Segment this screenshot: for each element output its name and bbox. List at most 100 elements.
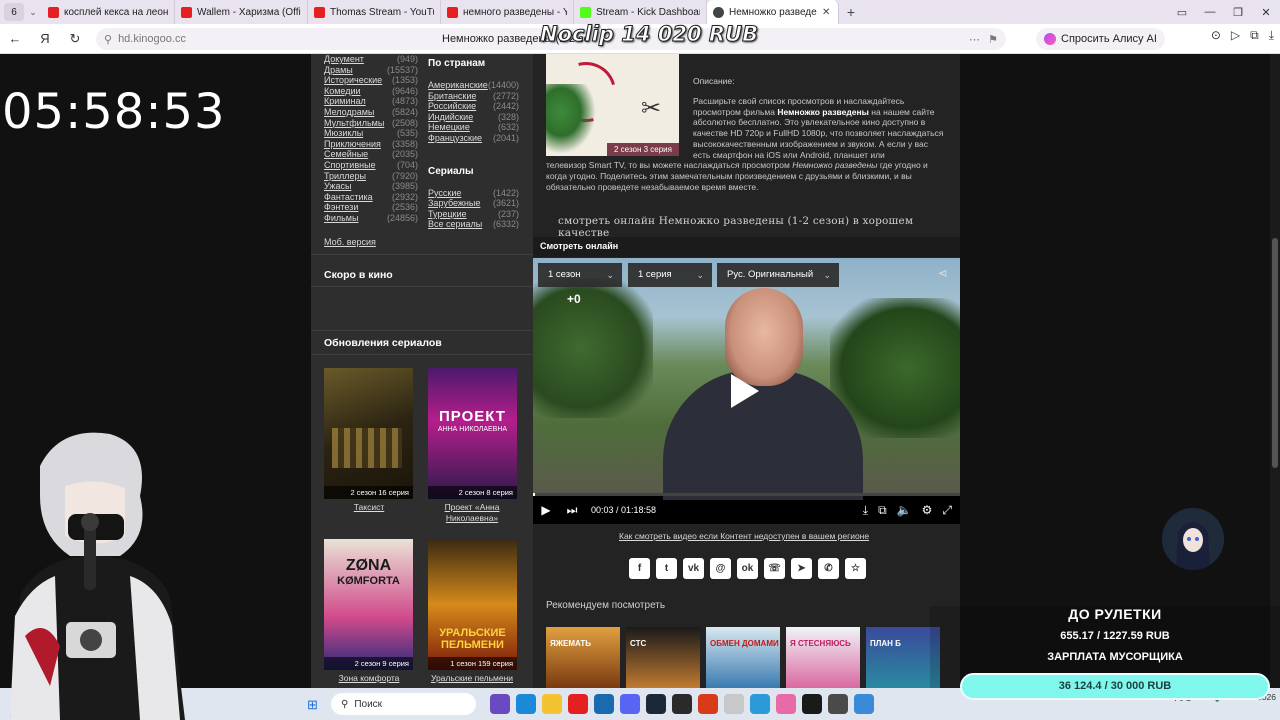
watch-online-tab[interactable]: Смотреть онлайн bbox=[533, 237, 960, 257]
new-tab-button[interactable]: + bbox=[839, 4, 863, 20]
genre-link[interactable]: Фэнтези (2536) bbox=[324, 202, 418, 213]
yandex-icon[interactable]: Я bbox=[30, 31, 60, 46]
country-link[interactable]: Французские (2041) bbox=[428, 133, 519, 144]
browser-tab[interactable]: Wallem - Харизма (Offici bbox=[175, 0, 308, 24]
region-help-link[interactable]: Как смотреть видео если Контент недоступ… bbox=[619, 531, 869, 541]
genre-link-label[interactable]: Семейные bbox=[324, 149, 368, 160]
download-icon[interactable]: ⤓ bbox=[863, 503, 868, 518]
tab-count-button[interactable]: 6 bbox=[4, 3, 24, 21]
genre-link[interactable]: Ужасы (3985) bbox=[324, 181, 418, 192]
browser-tab-active[interactable]: Немножко разведены ✕ bbox=[707, 0, 839, 24]
app-icon[interactable] bbox=[490, 694, 510, 714]
close-tab-icon[interactable]: ✕ bbox=[822, 7, 832, 18]
season-select[interactable]: 1 сезон ⌄ bbox=[538, 263, 622, 287]
recommend-item[interactable]: ЯЖЕМАТЬ bbox=[546, 627, 620, 688]
chevron-down-icon[interactable]: ⌄ bbox=[24, 7, 42, 18]
share-icon[interactable]: ⋖ bbox=[938, 266, 948, 280]
browser-tab[interactable]: косплей кекса на леона - bbox=[42, 0, 175, 24]
poster-pelmeni[interactable]: УРАЛЬСКИЕ ПЕЛЬМЕНИ 1 сезон 159 серия bbox=[428, 539, 517, 670]
series-link[interactable]: Турецкие (237) bbox=[428, 209, 519, 220]
series-link-label[interactable]: Все сериалы bbox=[428, 219, 482, 230]
facebook-icon[interactable]: f bbox=[629, 558, 650, 579]
settings-icon[interactable]: ⚙ bbox=[922, 503, 933, 518]
volume-icon[interactable]: 🔈 bbox=[897, 503, 912, 518]
tabs-menu-icon[interactable]: ▭ bbox=[1168, 6, 1196, 19]
country-link-label[interactable]: Французские bbox=[428, 133, 482, 144]
genre-link[interactable]: Драмы (15537) bbox=[324, 65, 418, 76]
genre-link[interactable]: Триллеры (7920) bbox=[324, 171, 418, 182]
windows-start-icon[interactable]: ⊞ bbox=[307, 697, 318, 713]
scrollbar[interactable] bbox=[1270, 54, 1280, 688]
genre-link[interactable]: Мелодрамы (5824) bbox=[324, 107, 418, 118]
twitter-icon[interactable]: t bbox=[656, 558, 677, 579]
country-link-label[interactable]: Немецкие bbox=[428, 122, 470, 133]
screenshot-icon[interactable]: ⊙ bbox=[1211, 28, 1221, 43]
site-info-icon[interactable]: ⚲ bbox=[104, 33, 112, 46]
genre-link-label[interactable]: Мелодрамы bbox=[324, 107, 374, 118]
obs-icon[interactable] bbox=[802, 694, 822, 714]
viber-icon[interactable]: ☏ bbox=[764, 558, 785, 579]
yandex-browser-icon[interactable] bbox=[568, 694, 588, 714]
pip-icon[interactable]: ⧉ bbox=[878, 503, 887, 518]
genre-link-label[interactable]: Комедии bbox=[324, 86, 361, 97]
app-icon[interactable] bbox=[854, 694, 874, 714]
odnoklassniki-icon[interactable]: ok bbox=[737, 558, 758, 579]
video-player[interactable]: +0 1 сезон ⌄ 1 серия ⌄ Рус. Оригинальный ⌄ … bbox=[533, 258, 960, 524]
recommend-item[interactable]: ОБМЕН ДОМАМИ bbox=[706, 627, 780, 688]
maximize-icon[interactable]: ❐ bbox=[1224, 6, 1252, 19]
alice-button[interactable]: Спросить Алису AI bbox=[1036, 28, 1165, 50]
genre-link[interactable]: Мультфильмы (2508) bbox=[324, 118, 418, 129]
vk-icon[interactable]: vk bbox=[683, 558, 704, 579]
poster-caption[interactable]: Таксист bbox=[319, 502, 419, 513]
telegram-icon[interactable]: ➤ bbox=[791, 558, 812, 579]
settings-app-icon[interactable] bbox=[828, 694, 848, 714]
poster-caption[interactable]: Проект «Анна Николаевна» bbox=[422, 502, 522, 524]
genre-link-label[interactable]: Мюзиклы bbox=[324, 128, 363, 139]
poster-caption[interactable]: Зона комфорта bbox=[319, 673, 419, 684]
genre-link-label[interactable]: Приключения bbox=[324, 139, 381, 150]
browser-tab[interactable]: Thomas Stream - YouTub bbox=[308, 0, 441, 24]
recommend-item[interactable]: Я СТЕСНЯЮСЬ bbox=[786, 627, 860, 688]
series-link-label[interactable]: Русские bbox=[428, 188, 461, 199]
country-link[interactable]: Российские (2442) bbox=[428, 101, 519, 112]
series-link-label[interactable]: Турецкие bbox=[428, 209, 467, 220]
minimize-icon[interactable]: — bbox=[1196, 6, 1224, 18]
edge-icon[interactable] bbox=[516, 694, 536, 714]
genre-link[interactable]: Документ (949) bbox=[324, 54, 418, 65]
discord-icon[interactable] bbox=[620, 694, 640, 714]
country-link[interactable]: Немецкие (632) bbox=[428, 122, 519, 133]
poster-taksist[interactable]: 2 сезон 16 серия bbox=[324, 368, 413, 499]
app-icon[interactable] bbox=[672, 694, 692, 714]
country-link-label[interactable]: Индийские bbox=[428, 112, 473, 123]
genre-link-label[interactable]: Исторические bbox=[324, 75, 382, 86]
browser-tab[interactable]: немного разведены - You bbox=[441, 0, 574, 24]
star-icon[interactable]: ☆ bbox=[845, 558, 866, 579]
genre-link-label[interactable]: Документ bbox=[324, 54, 364, 65]
app-icon[interactable] bbox=[698, 694, 718, 714]
explorer-icon[interactable] bbox=[542, 694, 562, 714]
reload-icon[interactable]: ↻ bbox=[60, 31, 90, 47]
episode-select[interactable]: 1 серия ⌄ bbox=[628, 263, 712, 287]
country-link[interactable]: Американские (14400) bbox=[428, 80, 519, 91]
scrollbar-thumb[interactable] bbox=[1272, 238, 1278, 468]
series-link[interactable]: Все сериалы (6332) bbox=[428, 219, 519, 230]
genre-link-label[interactable]: Фэнтези bbox=[324, 202, 358, 213]
whatsapp-icon[interactable]: ✆ bbox=[818, 558, 839, 579]
poster-caption[interactable]: Уральские пельмени bbox=[422, 673, 522, 684]
poster-proekt[interactable]: ПРОЕКТ АННА НИКОЛАЕВНА 2 сезон 8 серия bbox=[428, 368, 517, 499]
close-window-icon[interactable]: ✕ bbox=[1252, 6, 1280, 19]
genre-link[interactable]: Спортивные (704) bbox=[324, 160, 418, 171]
back-icon[interactable]: ← bbox=[0, 31, 30, 46]
next-icon[interactable]: ⏭ bbox=[559, 503, 585, 518]
genre-link-label[interactable]: Драмы bbox=[324, 65, 353, 76]
genre-link-label[interactable]: Спортивные bbox=[324, 160, 376, 171]
taskbar-search[interactable]: ⚲ Поиск bbox=[331, 693, 476, 715]
series-link[interactable]: Русские (1422) bbox=[428, 188, 519, 199]
genre-link-label[interactable]: Триллеры bbox=[324, 171, 366, 182]
genre-link[interactable]: Семейные (2035) bbox=[324, 149, 418, 160]
genre-link-label[interactable]: Мультфильмы bbox=[324, 118, 384, 129]
genre-link[interactable]: Комедии (9646) bbox=[324, 86, 418, 97]
genre-link[interactable]: Исторические (1353) bbox=[324, 75, 418, 86]
series-link-label[interactable]: Зарубежные bbox=[428, 198, 480, 209]
browser-tab[interactable]: Stream - Kick Dashboard bbox=[574, 0, 707, 24]
